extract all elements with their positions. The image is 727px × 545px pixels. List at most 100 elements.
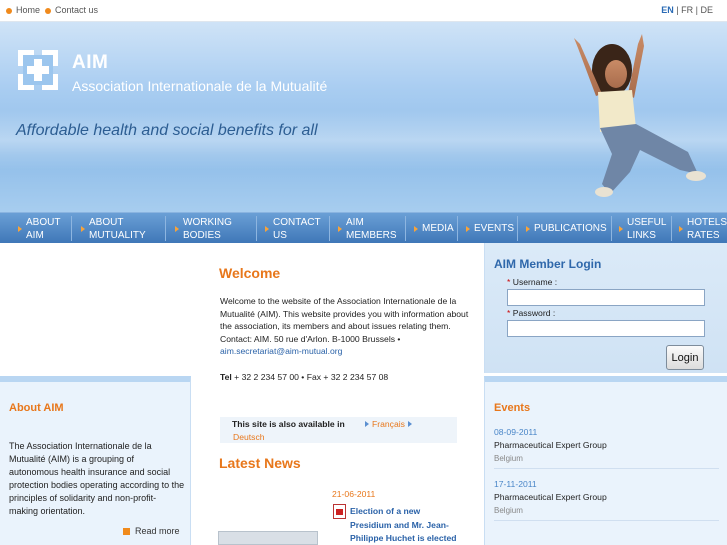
nav-label: PUBLICATIONS: [534, 223, 607, 234]
nav-about-aim[interactable]: ABOUT AIM: [18, 213, 60, 244]
required-mark: *: [507, 308, 511, 318]
language-switcher: EN | FR | DE: [661, 5, 713, 15]
arrow-icon: [414, 225, 418, 232]
username-label-text: Username :: [512, 277, 558, 287]
lang-separator: |: [676, 5, 679, 15]
bullet-icon: [45, 8, 51, 14]
member-login-box: AIM Member Login * Username : * Password…: [484, 243, 727, 373]
contact-phone: Tel + 32 2 234 57 00 • Fax + 32 2 234 57…: [220, 372, 388, 382]
news-photo: [218, 531, 318, 545]
arrow-icon: [526, 225, 530, 232]
nav-label: ABOUT: [89, 216, 124, 228]
logo-subtitle: Association Internationale de la Mutuali…: [72, 78, 328, 94]
language-availability-box: This site is also available in Français …: [220, 417, 457, 443]
nav-media[interactable]: MEDIA: [414, 213, 454, 244]
events-heading: Events: [494, 402, 531, 414]
required-mark: *: [507, 277, 511, 287]
nav-events[interactable]: EVENTS: [466, 213, 514, 244]
nav-hotels-rates[interactable]: HOTELS RATES: [679, 213, 727, 244]
divider: [494, 468, 719, 469]
arrow-icon: [407, 421, 412, 427]
logo-title: AIM: [72, 52, 109, 73]
latest-news-heading: Latest News: [219, 455, 301, 471]
about-aim-box: About AIM The Association Internationale…: [0, 376, 191, 545]
read-more-label: Read more: [135, 526, 180, 536]
nav-about-mutuality[interactable]: ABOUT MUTUALITY: [81, 213, 146, 244]
event-item[interactable]: 17-11-2011 Pharmaceutical Expert Group B…: [494, 478, 719, 521]
event-date: 08-09-2011: [494, 427, 538, 437]
main-content: Welcome Welcome to the website of the As…: [192, 243, 482, 545]
password-label-text: Password :: [512, 308, 556, 318]
nav-label: USEFUL: [627, 216, 667, 228]
francais-link[interactable]: Français: [362, 419, 415, 429]
arrow-icon: [175, 225, 179, 232]
nav-working-bodies[interactable]: WORKING BODIES: [175, 213, 232, 244]
home-link[interactable]: Home: [16, 5, 40, 15]
lang-de[interactable]: DE: [700, 5, 713, 15]
password-input[interactable]: [507, 320, 705, 337]
username-input[interactable]: [507, 289, 705, 306]
email-link[interactable]: aim.secretariat@aim-mutual.org: [220, 346, 342, 356]
password-label: * Password :: [507, 308, 555, 318]
event-place: Belgium: [494, 454, 523, 463]
nav-label: AIM: [26, 229, 44, 241]
arrow-icon: [18, 225, 22, 232]
welcome-body: Welcome to the website of the Associatio…: [220, 296, 469, 344]
welcome-text: Welcome to the website of the Associatio…: [220, 295, 470, 358]
arrow-icon: [619, 225, 623, 232]
jumping-woman-image: [574, 34, 706, 197]
nav-label: WORKING: [183, 216, 232, 228]
arrow-icon: [265, 225, 269, 232]
divider: [494, 520, 719, 521]
nav-label: EVENTS: [474, 223, 515, 234]
header-banner: AIM Association Internationale de la Mut…: [0, 22, 727, 212]
tagline: Affordable health and social benefits fo…: [16, 122, 318, 139]
nav-label: HOTELS: [687, 216, 727, 228]
arrow-icon: [466, 225, 470, 232]
left-spacer: [0, 243, 191, 375]
bullet-icon: [123, 528, 130, 535]
read-more-link[interactable]: Read more: [123, 526, 180, 536]
event-title: Pharmaceutical Expert Group: [494, 492, 607, 502]
events-box: Events 08-09-2011 Pharmaceutical Expert …: [484, 376, 727, 545]
deutsch-link[interactable]: Deutsch: [233, 432, 265, 442]
tel-value: + 32 2 234 57 00 • Fax + 32 2 234 57 08: [234, 372, 389, 382]
login-button[interactable]: Login: [666, 345, 704, 370]
username-label: * Username :: [507, 277, 557, 287]
login-heading: AIM Member Login: [494, 257, 602, 271]
nav-label: MUTUALITY: [89, 229, 146, 241]
event-place: Belgium: [494, 506, 523, 515]
about-text: The Association Internationale de la Mut…: [9, 441, 185, 516]
tel-label: Tel: [220, 372, 232, 382]
nav-label: BODIES: [183, 229, 221, 241]
news-title-link[interactable]: Election of a new Presidium and Mr. Jean…: [350, 505, 460, 545]
event-item[interactable]: 08-09-2011 Pharmaceutical Expert Group B…: [494, 426, 719, 469]
nav-label: CONTACT: [273, 216, 321, 228]
main-navigation: ABOUT AIM ABOUT MUTUALITY WORKING BODIES CO…: [0, 212, 727, 243]
nav-label: AIM: [346, 216, 364, 228]
lang-fr[interactable]: FR: [681, 5, 693, 15]
pdf-icon[interactable]: [333, 504, 346, 519]
bullet-icon: [6, 8, 12, 14]
arrow-icon: [679, 225, 683, 232]
lang-en[interactable]: EN: [661, 5, 674, 15]
nav-publications[interactable]: PUBLICATIONS: [526, 213, 607, 244]
arrow-icon: [81, 225, 85, 232]
welcome-heading: Welcome: [219, 265, 281, 281]
aim-logo-icon[interactable]: [18, 50, 58, 90]
nav-label: MEDIA: [422, 223, 454, 234]
nav-label: US: [273, 229, 287, 241]
top-bar: Home Contact us EN | FR | DE: [0, 0, 727, 22]
arrow-icon: [338, 225, 342, 232]
nav-label: MEMBERS: [346, 229, 397, 241]
nav-useful-links[interactable]: USEFUL LINKS: [619, 213, 666, 244]
nav-contact-us[interactable]: CONTACT US: [265, 213, 321, 244]
event-title: Pharmaceutical Expert Group: [494, 440, 607, 450]
nav-label: LINKS: [627, 229, 656, 241]
availability-label: This site is also available in: [232, 419, 345, 429]
news-date: 21-06-2011: [332, 489, 376, 499]
nav-aim-members[interactable]: AIM MEMBERS: [338, 213, 397, 244]
contact-us-link[interactable]: Contact us: [55, 5, 98, 15]
francais-label: Français: [372, 419, 405, 429]
about-heading: About AIM: [9, 402, 64, 414]
